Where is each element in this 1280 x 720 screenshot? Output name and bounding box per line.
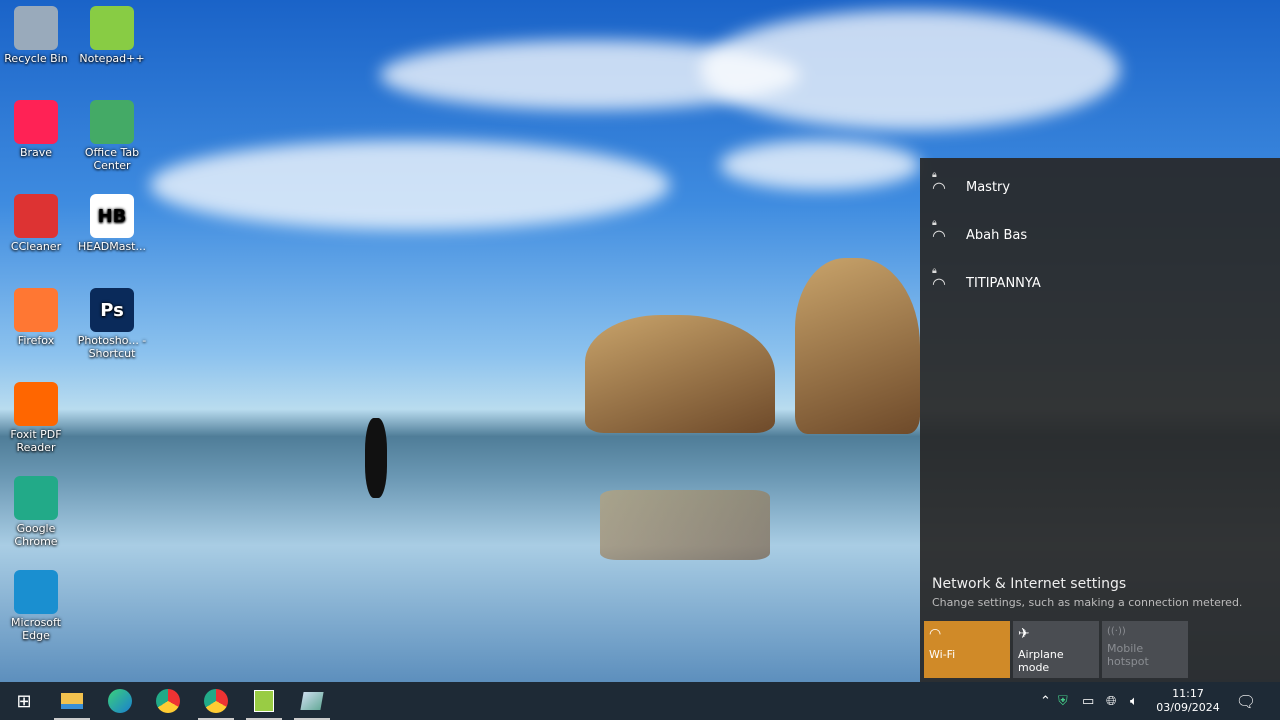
taskbar-file-explorer[interactable] bbox=[48, 682, 96, 720]
rock bbox=[795, 258, 920, 434]
desktop-icon[interactable]: HB HEADMast... bbox=[74, 190, 150, 253]
mobile-hotspot-tile[interactable]: ((·)) Mobile hotspot bbox=[1102, 621, 1188, 678]
desktop-icon[interactable]: Brave bbox=[0, 96, 74, 159]
network-settings-link[interactable]: Network & Internet settings bbox=[932, 576, 1126, 592]
edge-icon bbox=[108, 689, 132, 713]
foxit-reader-icon bbox=[14, 382, 58, 426]
desktop-icon-label: Firefox bbox=[17, 334, 55, 347]
cloud bbox=[150, 140, 670, 230]
chrome-profile-icon bbox=[204, 689, 228, 713]
recycle-bin-icon bbox=[14, 6, 58, 50]
security-shield-icon[interactable]: ⛨ bbox=[1058, 694, 1082, 709]
desktop-icon[interactable]: Microsoft Edge bbox=[0, 566, 74, 642]
network-name: Abah Bas bbox=[966, 227, 1028, 243]
wifi-signal-icon: 🔒︎ ◠ bbox=[932, 217, 946, 245]
lock-icon: 🔒︎ bbox=[932, 169, 937, 180]
lock-icon: 🔒︎ bbox=[932, 265, 937, 276]
desktop-icon-label: HEADMast... bbox=[78, 240, 146, 253]
wifi-network-item[interactable]: 🔒︎ ◠ TITIPANNYA bbox=[920, 259, 1280, 307]
desktop-icon-label: Office Tab Center bbox=[84, 146, 140, 172]
wifi-signal-icon: 🔒︎ ◠ bbox=[932, 265, 946, 293]
desktop-icon[interactable]: Office Tab Center bbox=[74, 96, 150, 172]
desktop-icon[interactable]: CCleaner bbox=[0, 190, 74, 253]
desktop-icon-label: Notepad++ bbox=[79, 52, 145, 65]
taskbar-edge[interactable] bbox=[96, 682, 144, 720]
chrome-icon bbox=[14, 476, 58, 520]
notepad-plus-plus-icon bbox=[254, 690, 274, 712]
app-icon bbox=[300, 692, 324, 710]
network-flyout: 🔒︎ ◠ Mastry 🔒︎ ◠ Abah Bas 🔒︎ ◠ TITIPANNYA Networ… bbox=[920, 158, 1280, 682]
notepad-plus-plus-icon bbox=[90, 6, 134, 50]
firefox-icon bbox=[14, 288, 58, 332]
battery-icon[interactable]: ▭ bbox=[1082, 694, 1106, 709]
taskbar-chrome[interactable] bbox=[144, 682, 192, 720]
rock-reflection bbox=[600, 490, 770, 560]
wifi-icon: ◠ bbox=[929, 626, 942, 642]
desktop-icon[interactable]: Notepad++ bbox=[74, 2, 150, 65]
desktop-icon[interactable]: Foxit PDF Reader bbox=[0, 378, 74, 454]
taskbar-app[interactable] bbox=[288, 682, 336, 720]
clock[interactable]: 11:17 03/09/2024 bbox=[1152, 687, 1224, 715]
desktop-icon-label: Microsoft Edge bbox=[10, 616, 62, 642]
wifi-network-item[interactable]: 🔒︎ ◠ Mastry bbox=[920, 163, 1280, 211]
airplane-mode-tile[interactable]: ✈ Airplane mode bbox=[1013, 621, 1099, 678]
brave-icon bbox=[14, 100, 58, 144]
desktop-icon[interactable]: Ps Photosho... - Shortcut bbox=[74, 284, 150, 360]
action-center-icon[interactable]: 🗨︎ bbox=[1224, 692, 1268, 711]
desktop-icon-label: Foxit PDF Reader bbox=[10, 428, 62, 454]
desktop-icon[interactable]: Recycle Bin bbox=[0, 2, 74, 65]
runner-silhouette bbox=[365, 418, 387, 498]
network-name: Mastry bbox=[966, 179, 1011, 195]
system-tray: ⌃ ⛨ ▭ 🌐︎ 🔈︎ 11:17 03/09/2024 🗨︎ bbox=[1040, 682, 1268, 720]
desktop-icon-label: Recycle Bin bbox=[4, 52, 68, 65]
desktop-icon-label: Photosho... - Shortcut bbox=[77, 334, 147, 360]
cloud bbox=[700, 10, 1120, 130]
ccleaner-icon bbox=[14, 194, 58, 238]
chrome-icon bbox=[156, 689, 180, 713]
cloud bbox=[720, 140, 920, 190]
rock bbox=[585, 315, 775, 433]
edge-icon bbox=[14, 570, 58, 614]
lock-icon: 🔒︎ bbox=[932, 217, 937, 228]
windows-icon: ⊞ bbox=[16, 690, 32, 712]
hotspot-icon: ((·)) bbox=[1107, 626, 1126, 637]
volume-icon[interactable]: 🔈︎ bbox=[1130, 694, 1152, 709]
wifi-tile[interactable]: ◠ Wi-Fi bbox=[924, 621, 1010, 678]
taskbar-chrome-profile[interactable] bbox=[192, 682, 240, 720]
taskbar: ⊞ ⌃ ⛨ ▭ 🌐︎ 🔈︎ 11:17 03/09/2024 🗨︎ bbox=[0, 682, 1280, 720]
desktop-icon[interactable]: Firefox bbox=[0, 284, 74, 347]
network-settings-subtitle: Change settings, such as making a connec… bbox=[932, 596, 1243, 609]
taskbar-notepad-plus-plus[interactable] bbox=[240, 682, 288, 720]
wifi-signal-icon: 🔒︎ ◠ bbox=[932, 169, 946, 197]
network-globe-icon[interactable]: 🌐︎ bbox=[1106, 694, 1130, 709]
desktop-icon-label: CCleaner bbox=[10, 240, 62, 253]
desktop-icon-label: Google Chrome bbox=[14, 522, 58, 548]
airplane-icon: ✈ bbox=[1018, 626, 1030, 642]
start-button[interactable]: ⊞ bbox=[0, 682, 48, 720]
folder-icon bbox=[61, 693, 83, 709]
desktop-icon[interactable]: Google Chrome bbox=[0, 472, 74, 548]
wifi-network-item[interactable]: 🔒︎ ◠ Abah Bas bbox=[920, 211, 1280, 259]
photoshop-icon: Ps bbox=[90, 288, 134, 332]
network-name: TITIPANNYA bbox=[966, 275, 1041, 291]
office-tab-icon bbox=[90, 100, 134, 144]
show-hidden-icons-chevron-icon[interactable]: ⌃ bbox=[1040, 694, 1058, 709]
headmaster-icon: HB bbox=[90, 194, 134, 238]
desktop-icon-label: Brave bbox=[19, 146, 53, 159]
